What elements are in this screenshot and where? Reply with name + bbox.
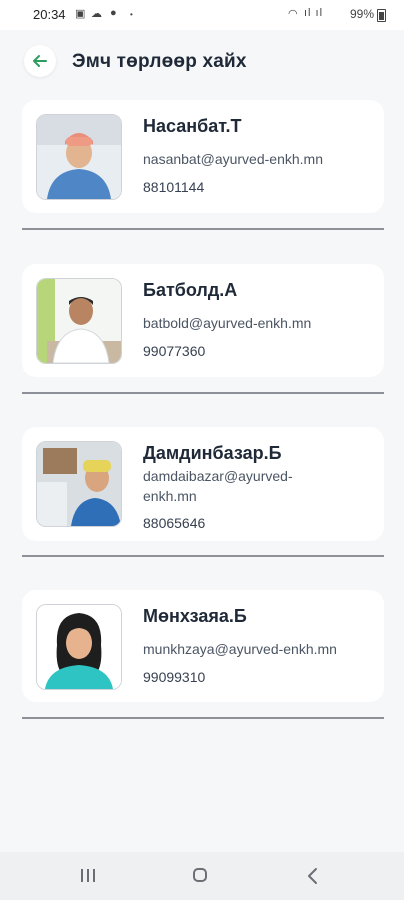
app-bar: Эмч төрлөөр хайх (0, 30, 404, 92)
image-icon: ▣ (75, 8, 86, 20)
arrow-left-icon (33, 55, 47, 67)
back-button[interactable] (24, 45, 56, 77)
status-time: 20:34 (33, 7, 66, 22)
wifi-icon: ◠ (288, 8, 298, 20)
doctor-email-line-2: enkh.mn (143, 488, 197, 504)
doctor-card[interactable]: Батболд.А batbold@ayurved-enkh.mn 990773… (22, 264, 384, 377)
doctor-name: Мөнхзаяа.Б (143, 606, 247, 626)
doctor-name: Дамдинбазар.Б (143, 443, 282, 463)
recent-apps-icon[interactable] (81, 869, 95, 882)
doctor-email: damdaibazar@ayurved- enkh.mn (143, 466, 379, 506)
doctor-photo (36, 604, 122, 690)
divider (22, 717, 384, 719)
home-icon[interactable] (193, 868, 207, 882)
divider (22, 392, 384, 394)
doctor-phone: 88065646 (143, 515, 206, 531)
bulb-icon: ● (110, 7, 117, 19)
doctor-email-line-1: damdaibazar@ayurved- (143, 468, 293, 484)
page-title: Эмч төрлөөр хайх (72, 51, 247, 72)
cloud-icon: ☁ (91, 8, 102, 20)
chevron-left-icon[interactable] (306, 867, 320, 885)
doctor-email: batbold@ayurved-enkh.mn (143, 315, 312, 331)
battery-icon (377, 9, 386, 22)
doctor-phone: 99077360 (143, 343, 206, 359)
doctor-card[interactable]: Мөнхзаяа.Б munkhzaya@ayurved-enkh.mn 990… (22, 590, 384, 702)
dot-icon: • (130, 10, 133, 19)
doctor-phone: 88101144 (143, 179, 205, 195)
doctor-card[interactable]: Дамдинбазар.Б damdaibazar@ayurved- enkh.… (22, 427, 384, 541)
doctor-photo (36, 114, 122, 200)
divider (22, 228, 384, 230)
doctor-email: nasanbat@ayurved-enkh.mn (143, 151, 323, 167)
doctor-name: Насанбат.Т (143, 116, 242, 136)
status-bar: 20:34 ▣ ☁ ● • ◠ ıl ıl 99% (0, 0, 404, 30)
doctor-photo (36, 441, 122, 527)
system-nav-bar (0, 852, 404, 900)
signal-icon: ıl ıl (304, 7, 324, 19)
battery-percent: 99% (349, 7, 374, 21)
doctor-phone: 99099310 (143, 669, 206, 685)
doctor-card[interactable]: Насанбат.Т nasanbat@ayurved-enkh.mn 8810… (22, 100, 384, 213)
divider (22, 555, 384, 557)
doctor-email: munkhzaya@ayurved-enkh.mn (143, 641, 337, 657)
doctor-photo (36, 278, 122, 364)
doctor-name: Батболд.А (143, 280, 238, 300)
